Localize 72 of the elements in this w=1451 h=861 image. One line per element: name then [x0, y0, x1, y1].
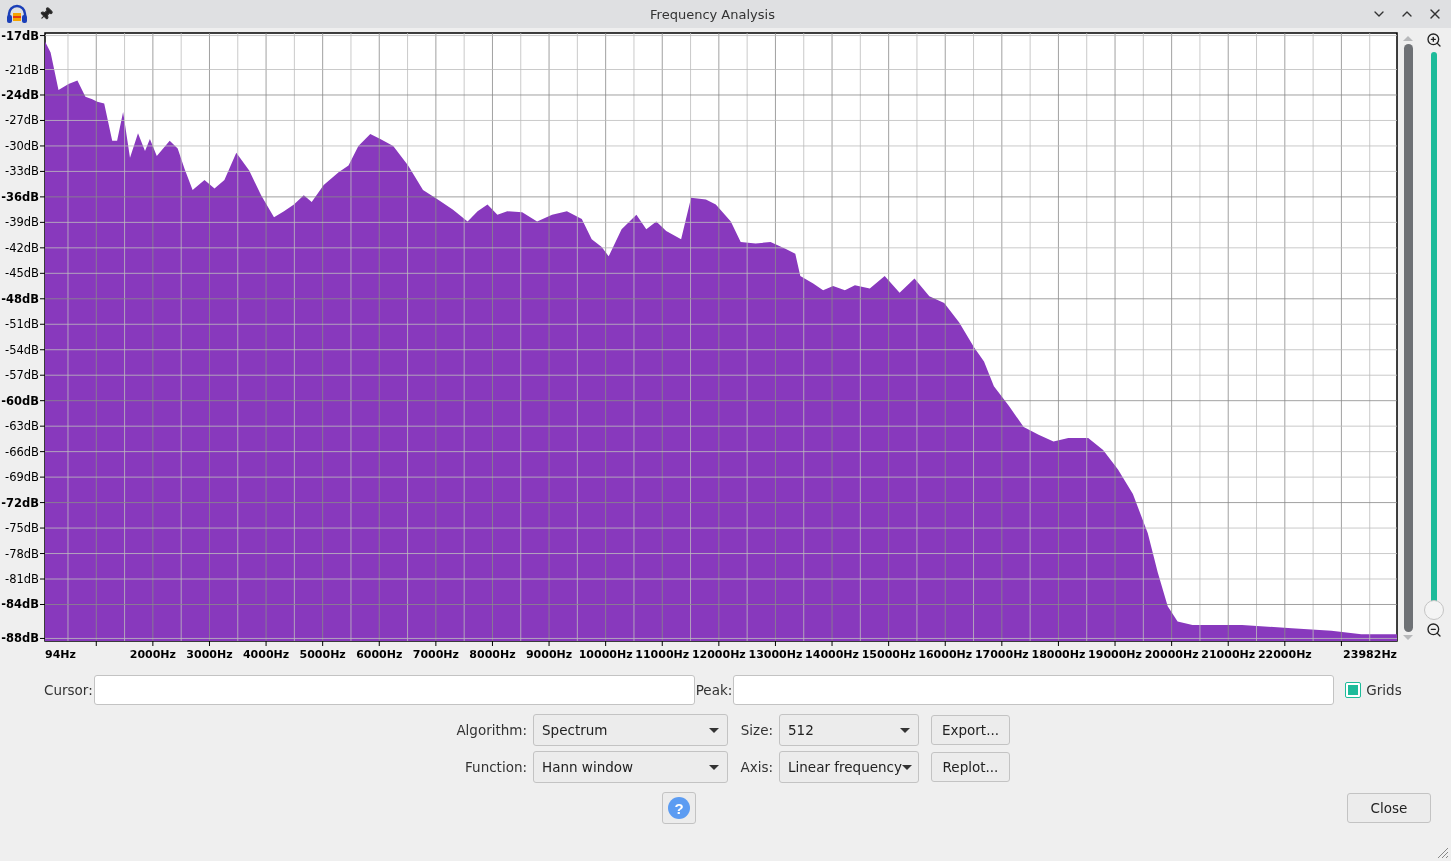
x-axis-label: 13000Hz: [748, 648, 803, 661]
y-axis-label: -17dB: [1, 28, 39, 43]
x-axis-label: 15000Hz: [861, 648, 916, 661]
y-axis-label: -60dB: [1, 393, 39, 408]
peak-field[interactable]: [733, 675, 1335, 705]
close-button[interactable]: Close: [1347, 793, 1431, 823]
y-axis-label: -78dB: [5, 546, 39, 561]
y-axis-label: -81dB: [5, 572, 39, 586]
y-axis-label: -51dB: [5, 317, 39, 332]
y-axis-label: -27dB: [5, 113, 39, 128]
x-axis-label: 94Hz: [45, 648, 76, 661]
action-button[interactable]: Replot...: [931, 752, 1010, 782]
dropdown[interactable]: Spectrum: [533, 714, 729, 746]
x-axis-label: 3000Hz: [186, 648, 233, 661]
zoom-in-icon[interactable]: [1425, 32, 1442, 48]
x-axis-label: 14000Hz: [805, 648, 859, 661]
y-axis-label: -48dB: [1, 291, 39, 306]
scrollbar[interactable]: [1402, 36, 1414, 640]
y-axis-label: -24dB: [1, 88, 39, 102]
dropdown[interactable]: 512: [779, 714, 919, 746]
x-axis-label: 18000Hz: [1031, 648, 1086, 661]
y-axis-label: -69dB: [5, 470, 39, 485]
peak-label: Peak:: [695, 682, 733, 698]
slider-thumb[interactable]: [1423, 600, 1444, 620]
x-axis-label: 8000Hz: [469, 648, 516, 661]
action-button[interactable]: Export...: [931, 715, 1010, 745]
cursor-field[interactable]: [93, 675, 695, 705]
x-axis-label: 9000Hz: [525, 648, 573, 661]
x-axis-label: 17000Hz: [974, 648, 1029, 661]
x-axis-label: 6000Hz: [356, 648, 403, 661]
x-axis-label: 7000Hz: [412, 648, 459, 661]
y-axis-label: -45dB: [5, 266, 39, 281]
y-axis-label: -39dB: [5, 215, 39, 230]
y-axis-label: -72dB: [1, 495, 39, 510]
x-axis-label: 10000Hz: [578, 648, 633, 661]
field-label: Algorithm:: [455, 722, 528, 738]
window-title: Frequency Analysis: [649, 6, 776, 22]
y-axis-label: -66dB: [5, 444, 39, 459]
y-axis-label: -21dB: [5, 62, 39, 77]
x-axis-label: 11000Hz: [635, 648, 690, 661]
resize-grip-icon[interactable]: [1437, 847, 1449, 859]
y-axis-label: -36dB: [1, 189, 39, 204]
x-axis-label: 5000Hz: [299, 648, 346, 661]
x-axis-label: 21000Hz: [1201, 648, 1256, 661]
grids-label: Grids: [1366, 682, 1402, 698]
grids-checkbox[interactable]: [1345, 682, 1362, 698]
x-axis-label: 19000Hz: [1088, 648, 1142, 661]
y-axis-label: -57dB: [5, 368, 39, 383]
y-axis-label: -30dB: [5, 138, 39, 153]
y-axis-label: -63dB: [5, 419, 39, 434]
x-axis-label: 16000Hz: [918, 648, 973, 661]
y-axis-label: -33dB: [5, 164, 39, 179]
field-label: Size:: [739, 722, 773, 738]
x-axis-label: 12000Hz: [691, 648, 746, 661]
headphones-icon[interactable]: [6, 4, 28, 24]
x-axis-label: 20000Hz: [1144, 648, 1199, 661]
x-axis-label: 22000Hz: [1257, 648, 1312, 661]
field-label: Function:: [464, 759, 528, 775]
zoom-slider[interactable]: [1423, 52, 1444, 618]
dropdown[interactable]: Linear frequency: [779, 751, 919, 783]
dropdown[interactable]: Hann window: [533, 751, 729, 783]
y-axis-label: -54dB: [5, 342, 39, 357]
x-axis-label: 23982Hz: [1343, 648, 1397, 661]
cursor-label: Cursor:: [44, 682, 93, 698]
x-axis-label: 4000Hz: [242, 648, 290, 661]
zoom-out-icon[interactable]: [1425, 622, 1442, 638]
field-label: Axis:: [739, 759, 773, 775]
y-axis-label: -88dB: [1, 631, 39, 646]
y-axis-label: -84dB: [1, 597, 39, 612]
y-axis-label: -75dB: [5, 521, 39, 536]
y-axis-label: -42dB: [5, 240, 39, 255]
x-axis-label: 2000Hz: [129, 648, 176, 661]
